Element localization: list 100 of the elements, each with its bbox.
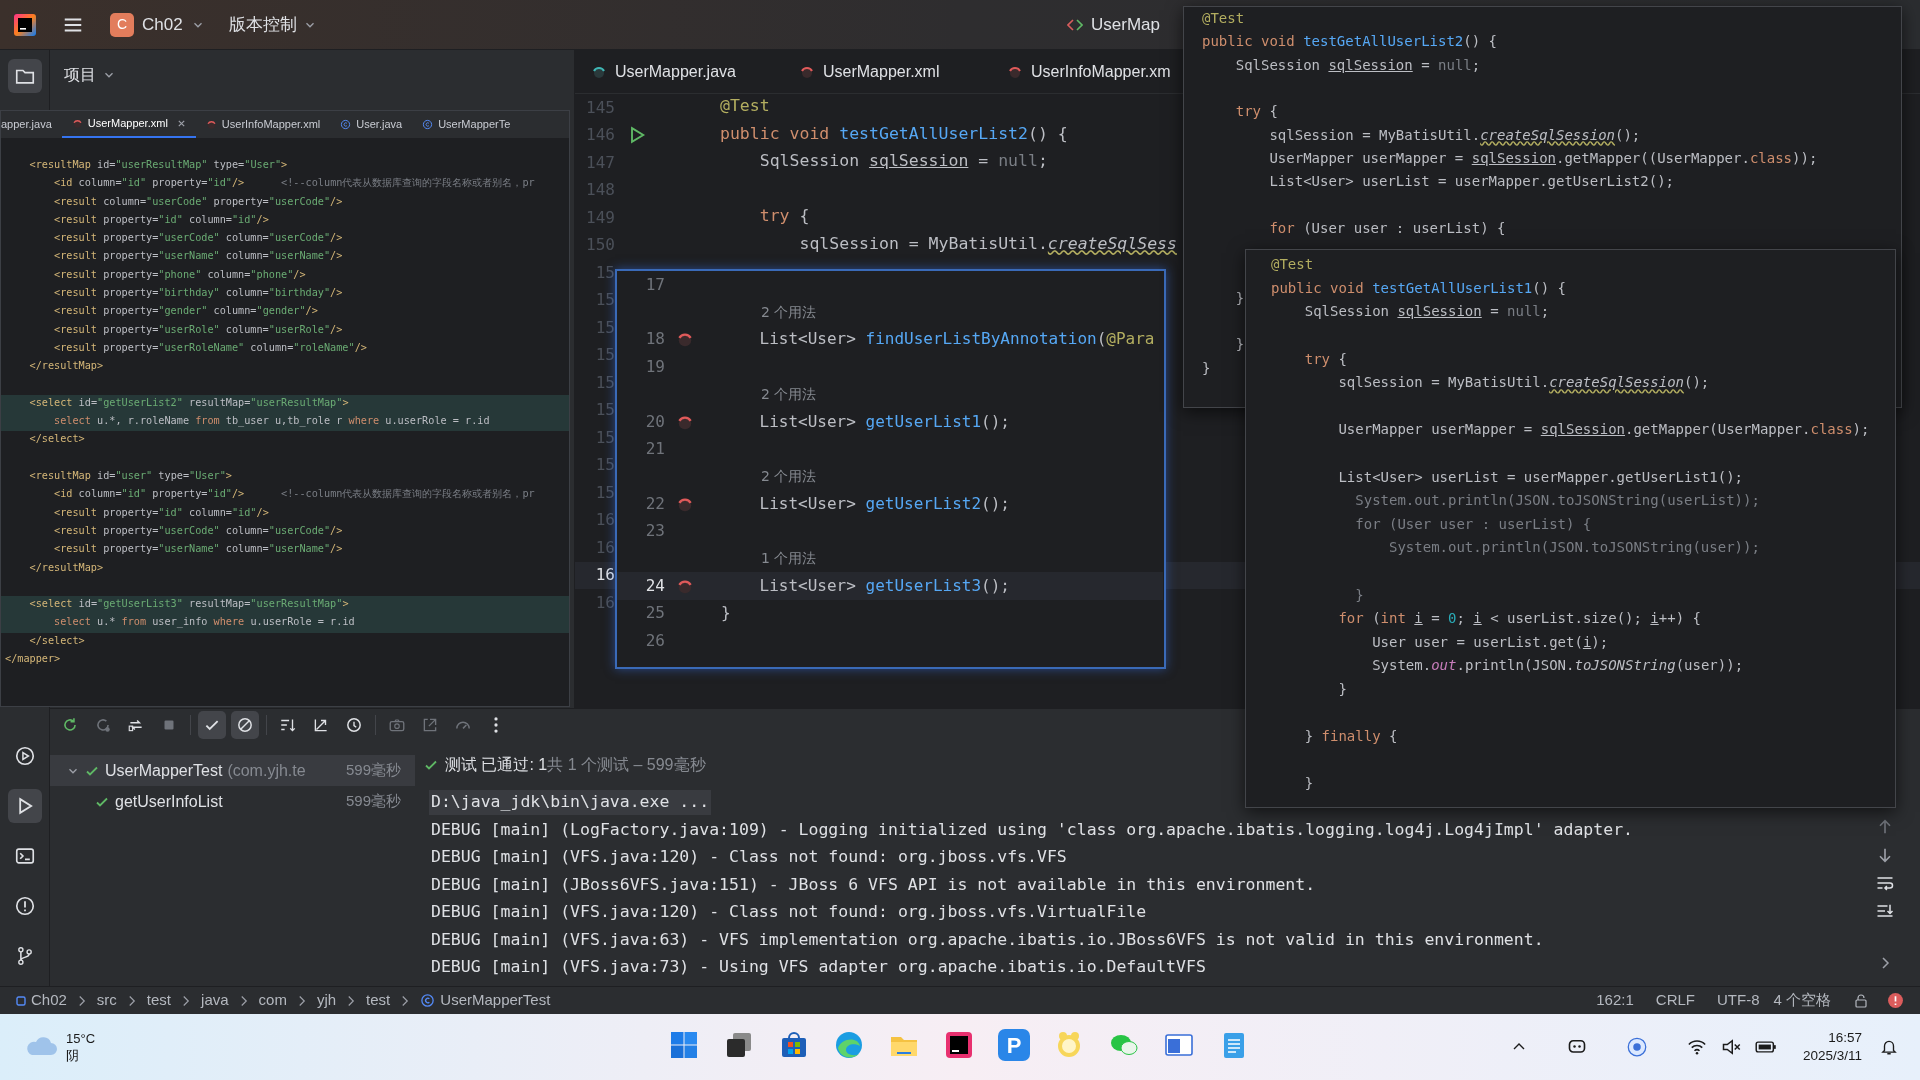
editor-tab[interactable]: User.java: [330, 111, 413, 138]
show-ignored-button[interactable]: [231, 711, 259, 739]
show-passed-button[interactable]: [198, 711, 226, 739]
code-line: }: [1354, 585, 1364, 605]
code-line: List<User> getUserList3();: [758, 575, 1010, 597]
usage-hint[interactable]: 1 个用法: [721, 548, 1164, 570]
code-line: <result property="id" column="id"/>: [53, 212, 269, 227]
breadcrumb-item[interactable]: com: [258, 989, 287, 1012]
code-line: for (User user : userList) {: [1268, 218, 1506, 238]
input-method-icon[interactable]: [1626, 1037, 1647, 1057]
code-line: UserMapper userMapper = sqlSession.getMapper(UserMapper.class);: [1337, 420, 1870, 440]
code-line: <result property="userRoleName" column="roleName"/>: [53, 340, 367, 355]
console-line: DEBUG [main] (VFS.java:120) - Class not found: org.jboss.vfs.VirtualFile: [431, 901, 1147, 924]
code-line: <result property="userRole" column="userRole"/>: [53, 322, 343, 337]
console-line: DEBUG [main] (VFS.java:63) - VFS implementation org.apache.ibatis.io.JBoss6VFS is not valid in this environment.: [431, 928, 1544, 951]
mapper-file-icon: [205, 119, 217, 130]
breadcrumb-item[interactable]: Ch02: [16, 989, 67, 1012]
code-line: </resultMap>: [28, 560, 104, 575]
windows-logo-icon[interactable]: [668, 1029, 700, 1061]
line-number: 21: [644, 438, 665, 461]
code-line: sqlSession = MyBatisUtil.createSqlSession();: [1337, 373, 1710, 393]
vcs-menu[interactable]: 版本控制: [228, 11, 317, 38]
warning-circle-icon: [13, 895, 36, 917]
usage-hint[interactable]: 2 个用法: [721, 301, 1164, 323]
usage-hint[interactable]: 2 个用法: [721, 383, 1164, 405]
editor-tab[interactable]: UserMapper.xml: [783, 50, 991, 93]
code-line: }: [1234, 288, 1245, 308]
project-panel-title[interactable]: 项目: [64, 63, 116, 87]
line-ending[interactable]: CRLF: [1655, 989, 1695, 1012]
clock-icon: [345, 716, 363, 734]
run-config-selector[interactable]: UserMap: [1067, 11, 1160, 38]
class-file-icon: [340, 119, 352, 130]
code-line: System.out.println(JSON.toJSONString(user));: [1388, 538, 1760, 558]
project-selector[interactable]: C Ch02: [110, 11, 205, 38]
line-number: 16: [594, 564, 615, 587]
editor-tab[interactable]: UserMapperTe: [412, 111, 521, 138]
breadcrumb-item[interactable]: UserMapperTest: [420, 989, 551, 1012]
code-line: <id column="id" property="id"/> <!--column代表从数据库查询的字段名称或者别名，pr: [53, 176, 535, 191]
code-line: }: [1337, 680, 1347, 699]
console-line: DEBUG [main] (VFS.java:120) - Class not found: org.jboss.vfs.VFS: [431, 846, 1067, 869]
test-tree-item[interactable]: getUserInfoList 599毫秒: [50, 786, 415, 817]
line-number: 22: [644, 492, 665, 515]
editor-tab[interactable]: UserMapper.java: [575, 50, 783, 93]
import-icon: [421, 716, 439, 734]
line-number: 24: [644, 575, 665, 597]
code-line: <result column="userCode" property="userCode"/>: [53, 194, 343, 209]
breadcrumb-item[interactable]: java: [201, 989, 229, 1012]
breadcrumb-item[interactable]: test: [366, 989, 391, 1012]
project-badge: C: [110, 12, 134, 37]
project-tool-button[interactable]: [7, 59, 42, 93]
ide-icon[interactable]: [943, 1029, 975, 1061]
code-line: select u.* from user_info where u.userRole = r.id: [53, 615, 355, 630]
editor-tab[interactable]: apper.java: [1, 111, 62, 138]
code-line: }: [1202, 358, 1211, 378]
breadcrumb-item[interactable]: yjh: [316, 989, 337, 1012]
rerun-icon: [61, 716, 79, 734]
code-line: sqlSession = MyBatisUtil.createSqlSess: [798, 232, 1177, 255]
code-line: <result property="userCode" column="userCode"/>: [53, 523, 343, 538]
editor-tab[interactable]: UserMapper.xml: [61, 111, 196, 138]
terminal-icon: [13, 845, 36, 867]
code-line: List<User> userList = userMapper.getUserList1();: [1337, 467, 1743, 487]
wifi-icon[interactable]: [1686, 1037, 1707, 1057]
run-tool-button[interactable]: [7, 789, 42, 823]
app-logo-icon[interactable]: [13, 12, 37, 37]
code-line: SqlSession sqlSession = null;: [1303, 302, 1550, 322]
temperature: 15°C: [66, 1030, 96, 1047]
usage-hint[interactable]: 2 个用法: [721, 465, 1164, 487]
code-line: SqlSession sqlSession = null;: [1234, 55, 1481, 75]
muted-speaker-icon[interactable]: [1720, 1037, 1741, 1057]
code-line: <result property="birthday" column="birthday"/>: [53, 286, 343, 301]
rerun-failed-icon: [94, 716, 112, 734]
taskbar-app[interactable]: P: [998, 1029, 1030, 1061]
code-line: List<User> getUserList1();: [758, 410, 1010, 433]
code-line: <resultMap id="userResultMap" type="User">: [28, 158, 288, 172]
line-number: 20: [644, 410, 665, 433]
line-number: 19: [644, 355, 665, 378]
code-line: System.out.println(JSON.toJSONString(userList));: [1354, 491, 1760, 511]
code-line: UserMapper userMapper = sqlSession.getMapper((UserMapper.class));: [1268, 148, 1818, 168]
test-tree-item[interactable]: UserMapperTest (com.yjh.te 599毫秒: [50, 755, 415, 786]
code-line: User user = userList.get(i);: [1371, 632, 1609, 652]
breadcrumb-item[interactable]: src: [96, 989, 117, 1012]
cursor-position[interactable]: 162:1: [1596, 989, 1634, 1012]
error-icon[interactable]: [1887, 992, 1904, 1009]
test-duration: 599毫秒: [345, 791, 401, 812]
code-line: sqlSession = MyBatisUtil.createSqlSession();: [1268, 125, 1641, 145]
code-line: </select>: [28, 633, 85, 648]
code-line: try {: [1234, 102, 1278, 122]
file-encoding[interactable]: UTF-8: [1717, 989, 1760, 1012]
editor-tab[interactable]: UserInfoMapper.xml: [195, 111, 331, 138]
breadcrumb-item[interactable]: test: [146, 989, 172, 1012]
browser-icon[interactable]: [833, 1029, 865, 1061]
code-line: <select id="getUserList3" resultMap="userResultMap">: [28, 597, 349, 612]
line-number: 17: [644, 273, 665, 296]
clock-time: 16:57: [1828, 1029, 1862, 1047]
code-line: List<User> userList = userMapper.getUserList2();: [1268, 172, 1674, 192]
editor-tab[interactable]: UserInfoMapper.xm: [991, 50, 1171, 93]
close-icon[interactable]: [176, 119, 186, 128]
lock-icon[interactable]: [1853, 992, 1869, 1009]
bell-icon[interactable]: [1880, 1038, 1898, 1056]
indent-setting[interactable]: 4 个空格: [1773, 989, 1831, 1012]
